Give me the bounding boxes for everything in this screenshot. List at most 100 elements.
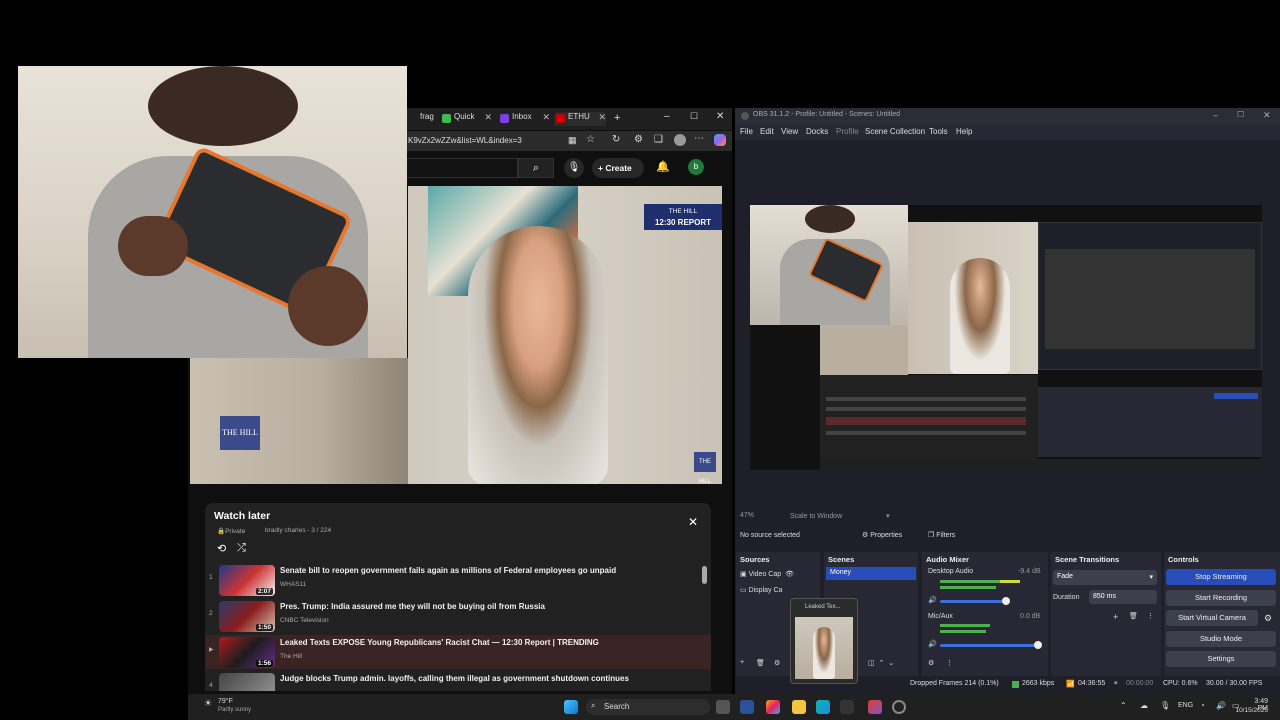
- weather-temp[interactable]: 79°F: [218, 698, 233, 705]
- menu-edit[interactable]: Edit: [760, 127, 774, 136]
- browser-tab[interactable]: frag: [406, 112, 436, 126]
- copilot-icon[interactable]: [714, 134, 726, 146]
- gear-icon[interactable]: ⚙: [1264, 613, 1272, 624]
- browser-tab[interactable]: Quick ✕: [440, 112, 492, 126]
- start-virtual-camera-button[interactable]: Start Virtual Camera: [1166, 610, 1258, 626]
- list-item[interactable]: 4 Judge blocks Trump admin. layoffs, cal…: [205, 671, 711, 691]
- volume-icon[interactable]: 🔊: [1216, 701, 1226, 710]
- video-thumbnail[interactable]: 1:56: [219, 637, 275, 668]
- video-thumbnail[interactable]: 1:50: [219, 601, 275, 632]
- taskbar-search[interactable]: ⌕ Search: [586, 699, 710, 715]
- video-title[interactable]: Judge blocks Trump admin. layoffs, calli…: [280, 674, 629, 683]
- visibility-icon[interactable]: 👁: [785, 571, 794, 578]
- more-icon[interactable]: ⋯: [694, 133, 704, 144]
- scene-controls[interactable]: ◫ ⌃ ⌄: [868, 659, 894, 667]
- video-thumbnail[interactable]: [219, 673, 275, 691]
- minimize-button[interactable]: –: [664, 111, 670, 122]
- menu-file[interactable]: File: [740, 127, 753, 136]
- search-icon[interactable]: ⌕: [518, 158, 554, 178]
- search-input[interactable]: [400, 158, 518, 178]
- slider-knob[interactable]: [1034, 641, 1042, 649]
- video-title[interactable]: Senate bill to reopen government fails a…: [280, 566, 616, 575]
- cloud-icon[interactable]: ☁: [1140, 701, 1148, 710]
- obs-preview-canvas[interactable]: [750, 205, 1262, 470]
- source-item[interactable]: ▣ Video Cap 👁: [740, 570, 794, 578]
- store-icon[interactable]: [740, 700, 754, 714]
- tray-chevron-icon[interactable]: ⌃: [1120, 701, 1127, 710]
- filters-button[interactable]: ❐ Filters: [928, 531, 955, 539]
- stop-streaming-button[interactable]: Stop Streaming: [1166, 569, 1276, 585]
- menu-help[interactable]: Help: [956, 127, 972, 136]
- video-player[interactable]: THE HILL 12:30 REPORT THE HILL: [408, 186, 722, 484]
- refresh-icon[interactable]: ↻: [612, 134, 620, 145]
- channel-name[interactable]: The Hill: [280, 653, 302, 660]
- close-window-button[interactable]: ✕: [716, 111, 724, 122]
- gear-icon[interactable]: ⚙: [928, 659, 934, 667]
- zoom-level[interactable]: 47%: [740, 512, 754, 519]
- reader-icon[interactable]: ▦: [568, 135, 577, 146]
- speaker-icon[interactable]: 🔊: [928, 640, 937, 648]
- duration-spinner[interactable]: 850 ms: [1089, 590, 1157, 604]
- speaker-icon[interactable]: 🔊: [928, 596, 937, 604]
- collections-icon[interactable]: ❑: [654, 134, 663, 145]
- browser-tab-active[interactable]: ETHU ✕: [554, 112, 606, 126]
- more-icon[interactable]: ⋮: [1147, 612, 1154, 620]
- trash-icon[interactable]: 🗑: [1129, 612, 1138, 620]
- video-player-left-part[interactable]: THE HILL: [190, 358, 408, 484]
- more-icon[interactable]: ⋮: [946, 659, 953, 667]
- close-icon[interactable]: ✕: [598, 112, 606, 123]
- edge-icon[interactable]: [816, 700, 830, 714]
- list-item[interactable]: 1 2:07 Senate bill to reopen government …: [205, 563, 711, 597]
- address-bar[interactable]: K9vZx2wZZw&list=WL&index=3 ▦ ☆ ↻ ⚙ ❑ ⋯: [400, 131, 732, 151]
- task-view-icon[interactable]: [716, 700, 730, 714]
- profile-avatar[interactable]: [674, 134, 686, 146]
- close-icon[interactable]: ✕: [542, 112, 550, 123]
- close-icon[interactable]: ✕: [484, 112, 492, 123]
- properties-button[interactable]: ⚙ Properties: [862, 531, 902, 539]
- settings-button[interactable]: Settings: [1166, 651, 1276, 667]
- wifi-icon[interactable]: ◔: [1200, 701, 1205, 710]
- clock-date[interactable]: 10/15/2025: [1234, 707, 1268, 714]
- video-title[interactable]: Pres. Trump: India assured me they will …: [280, 602, 545, 611]
- source-item[interactable]: ▭ Display Ca: [740, 586, 782, 594]
- minimize-button[interactable]: –: [1213, 110, 1218, 120]
- obs-icon[interactable]: [892, 700, 906, 714]
- url-text[interactable]: K9vZx2wZZw&list=WL&index=3: [408, 136, 522, 145]
- menu-scene-collection[interactable]: Scene Collection: [865, 127, 925, 136]
- video-thumbnail[interactable]: 2:07: [219, 565, 275, 596]
- mic-icon[interactable]: 🎙: [1160, 701, 1170, 710]
- menu-tools[interactable]: Tools: [929, 127, 948, 136]
- app-icon[interactable]: [868, 700, 882, 714]
- channel-name[interactable]: WHAS11: [280, 581, 306, 588]
- studio-mode-button[interactable]: Studio Mode: [1166, 631, 1276, 647]
- new-tab-button[interactable]: +: [614, 112, 620, 124]
- transition-select[interactable]: Fade ▾: [1053, 570, 1157, 585]
- browser-tab[interactable]: Inbox ✕: [498, 112, 550, 126]
- video-title[interactable]: Leaked Texts EXPOSE Young Republicans' R…: [280, 638, 599, 647]
- menu-docks[interactable]: Docks: [806, 127, 828, 136]
- desktop-audio-slider[interactable]: [940, 600, 1006, 603]
- language-indicator[interactable]: ENG: [1178, 702, 1193, 709]
- menu-view[interactable]: View: [781, 127, 798, 136]
- maximize-button[interactable]: ☐: [690, 111, 698, 122]
- scene-item-money[interactable]: Money: [826, 567, 916, 580]
- microphone-icon[interactable]: 🎙: [564, 158, 584, 178]
- close-icon[interactable]: ✕: [688, 515, 698, 529]
- shuffle-icon[interactable]: ⤮: [237, 542, 246, 555]
- create-button[interactable]: + Create: [592, 158, 644, 178]
- start-recording-button[interactable]: Start Recording: [1166, 590, 1276, 606]
- add-transition-button[interactable]: +: [1113, 612, 1118, 622]
- extension-icon[interactable]: ⚙: [634, 134, 643, 145]
- terminal-icon[interactable]: [840, 700, 854, 714]
- star-icon[interactable]: ☆: [586, 134, 595, 145]
- loop-icon[interactable]: ⟲: [217, 542, 226, 555]
- mic-aux-slider[interactable]: [940, 644, 1040, 647]
- maximize-button[interactable]: ☐: [1237, 110, 1244, 119]
- channel-name[interactable]: CNBC Television: [280, 617, 329, 624]
- windows-start-icon[interactable]: [564, 700, 578, 714]
- slider-knob[interactable]: [1002, 597, 1010, 605]
- taskbar-preview-popup[interactable]: Leaked Tex...: [790, 598, 858, 684]
- add-source-button[interactable]: +: [740, 659, 744, 666]
- file-explorer-icon[interactable]: [792, 700, 806, 714]
- gear-icon[interactable]: ⚙: [774, 659, 780, 667]
